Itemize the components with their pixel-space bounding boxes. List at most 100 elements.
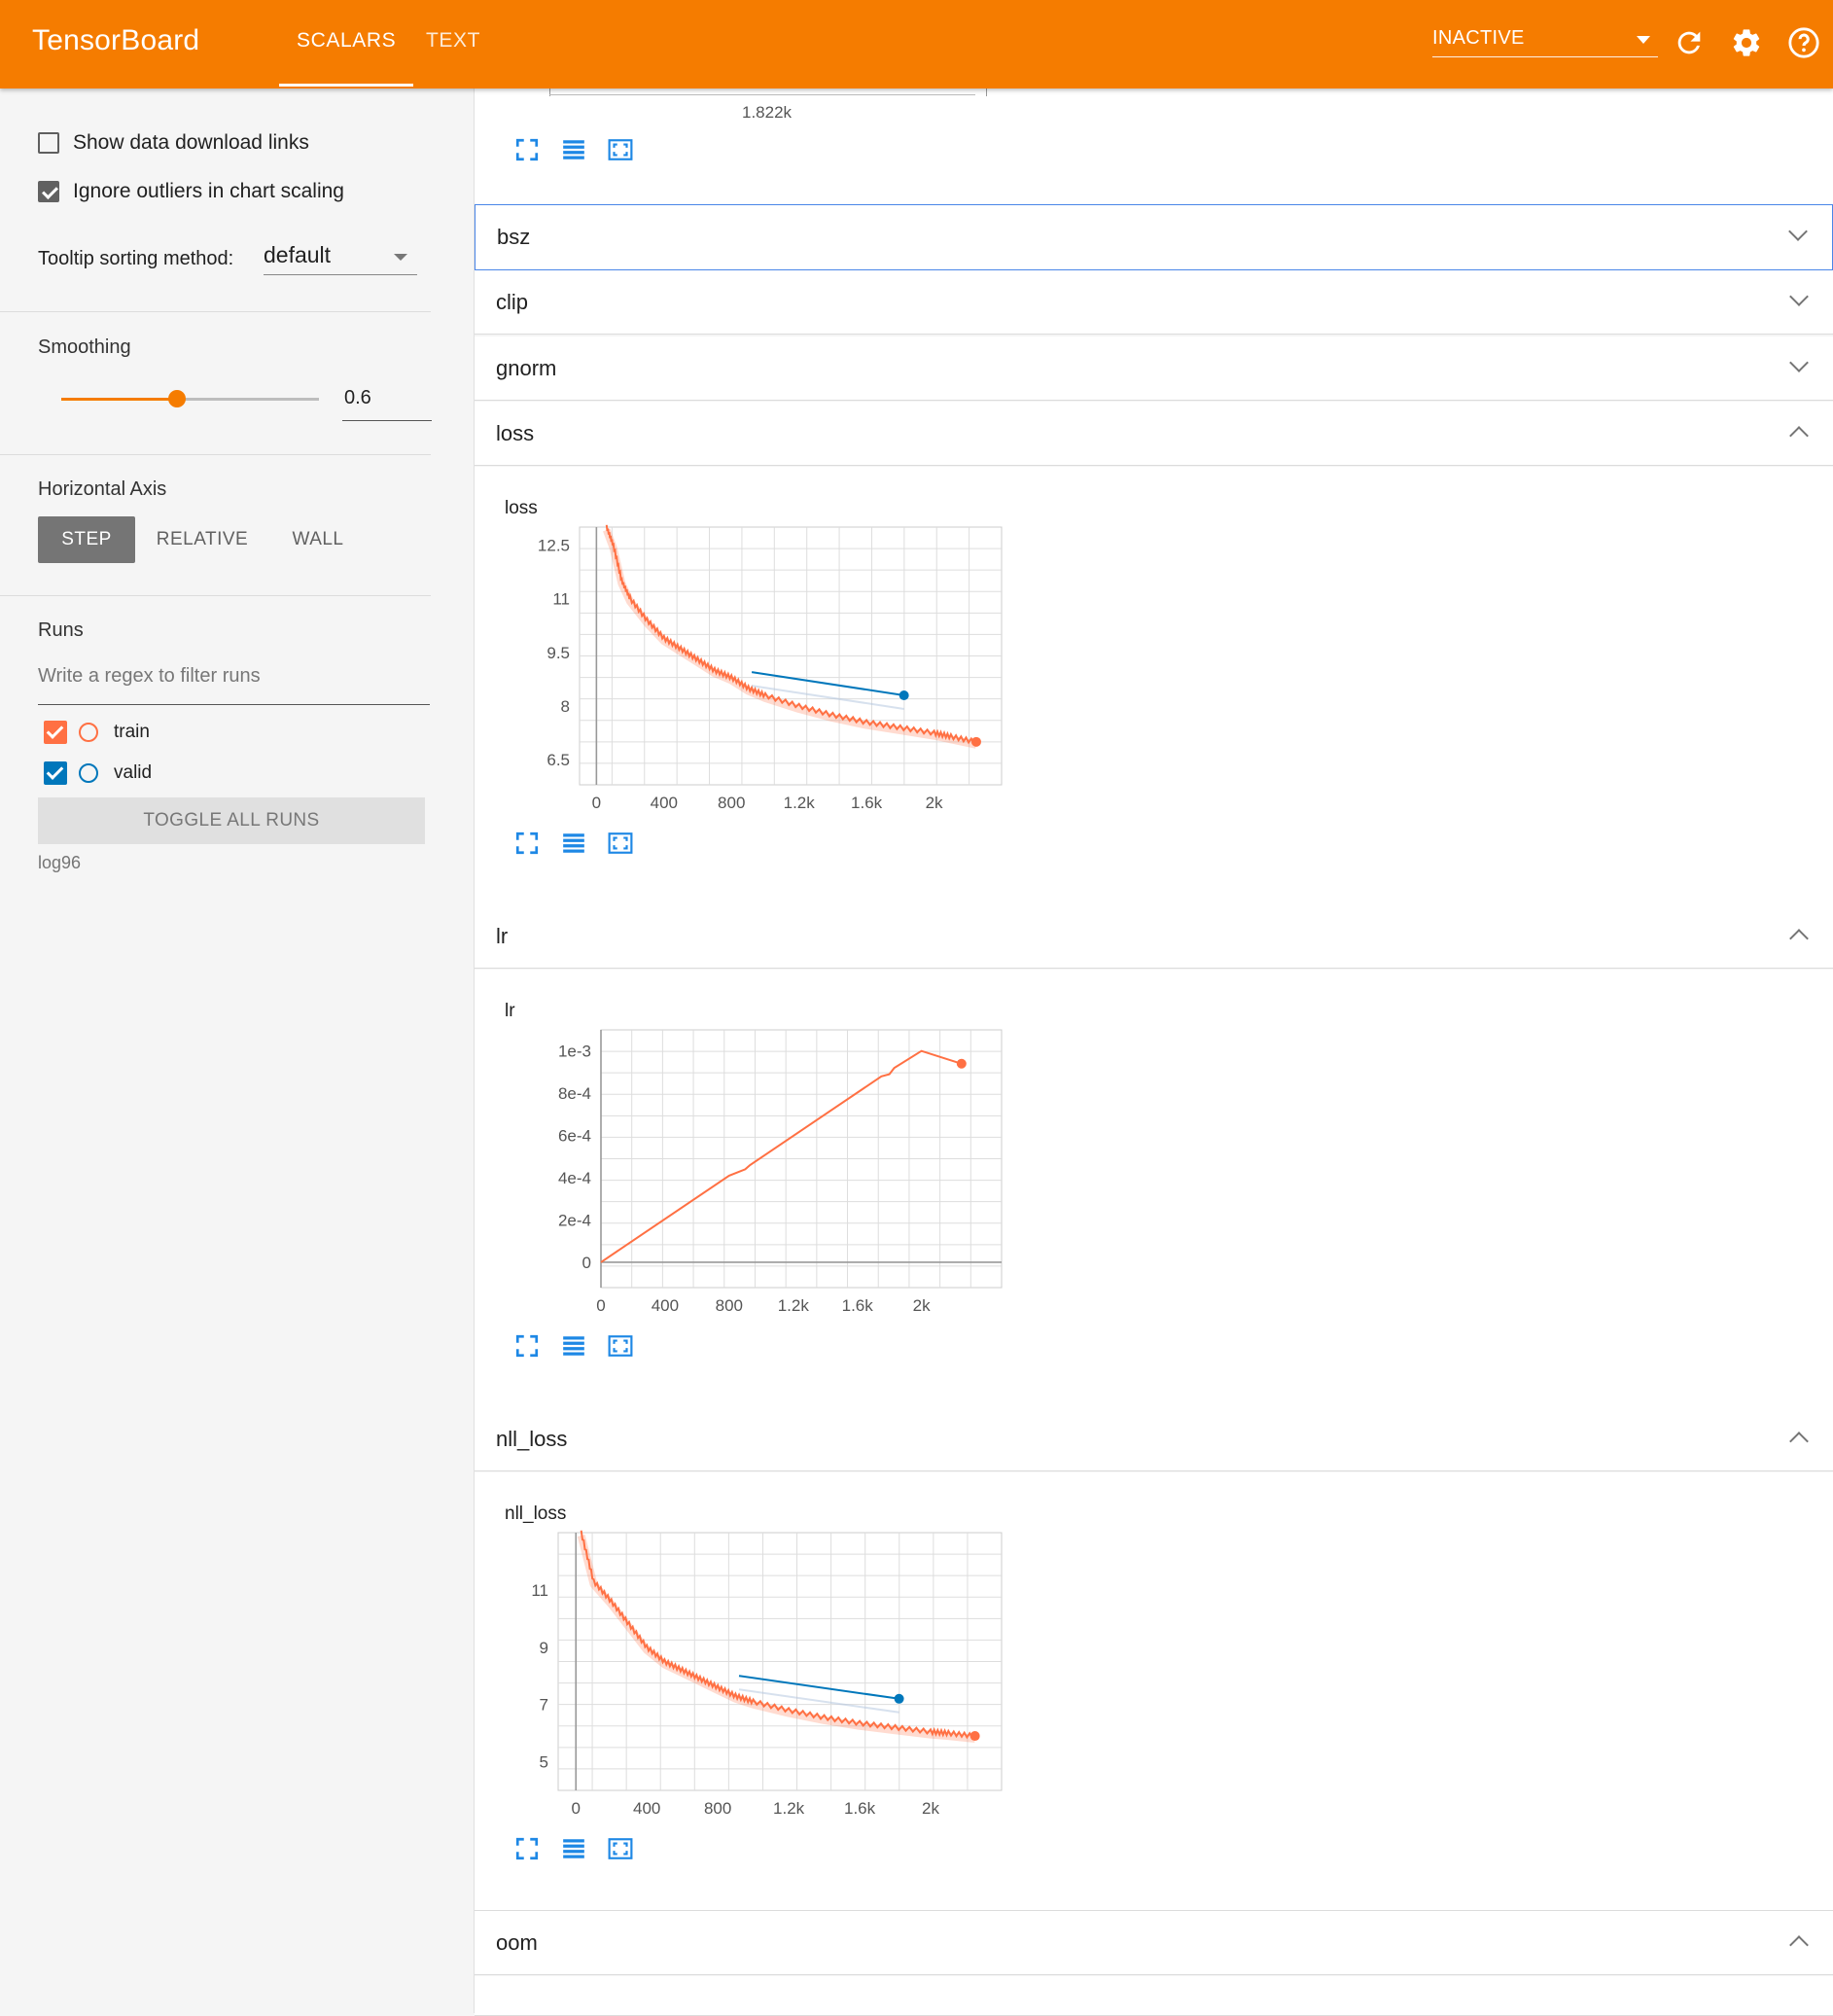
y-tick-label: 0: [582, 1254, 591, 1272]
chevron-up-icon: [1789, 426, 1809, 445]
pane-title: oom: [496, 1930, 538, 1955]
pane-bsz[interactable]: bsz: [475, 204, 1833, 270]
smoothing-slider[interactable]: [61, 390, 319, 407]
x-tick-label: 1.2k: [773, 1799, 805, 1818]
active-dashboards-select[interactable]: INACTIVE: [1432, 27, 1658, 57]
pane-lr[interactable]: lr: [475, 904, 1833, 969]
toggle-all-runs-button[interactable]: TOGGLE ALL RUNS: [38, 797, 425, 844]
y-tick-label: 6e-4: [558, 1127, 591, 1146]
chart-card-loss: loss 0 400 800 1.2k 1.6k 2k 12.5 11 9.5 8 6.5: [475, 467, 1833, 905]
chevron-down-icon: [394, 254, 407, 261]
chart-card-oom: [475, 1976, 1833, 2016]
refresh-icon[interactable]: [1673, 26, 1706, 59]
chart-toolbar: [514, 1836, 633, 1861]
nll-loss-chart[interactable]: 0 400 800 1.2k 1.6k 2k 11 9 7 5: [504, 1527, 1009, 1819]
show-download-links-label: Show data download links: [73, 131, 309, 154]
axis-step-button[interactable]: STEP: [38, 516, 135, 563]
log-scale-list-icon[interactable]: [561, 1836, 586, 1861]
runs-filter-input[interactable]: Write a regex to filter runs: [38, 665, 430, 705]
checkbox-box-checked[interactable]: [38, 181, 59, 202]
divider: [0, 454, 431, 455]
chart-card-partial: 1.822k: [475, 88, 1833, 205]
fullscreen-icon[interactable]: [514, 137, 540, 162]
y-tick-label: 1e-3: [558, 1043, 591, 1061]
y-tick-label: 6.5: [546, 751, 570, 769]
chart-toolbar: [514, 137, 633, 162]
series-end-point-train: [970, 736, 981, 747]
x-tick-label: 2k: [922, 1799, 939, 1818]
y-tick-label: 4e-4: [558, 1169, 591, 1187]
chart-card-lr: lr 0 400 800 1.2k 1.6k 2k 1e-3 8e-4 6e-4 4e-4 2e-4…: [475, 970, 1833, 1408]
pane-clip[interactable]: clip: [475, 270, 1833, 335]
fullscreen-icon[interactable]: [514, 1333, 540, 1359]
x-tick-label: 1.6k: [842, 1296, 874, 1315]
chevron-down-icon: [1789, 353, 1809, 372]
horizontal-axis-label: Horizontal Axis: [38, 478, 167, 500]
chevron-up-icon: [1789, 1432, 1809, 1451]
checkbox-box[interactable]: [38, 132, 59, 154]
tooltip-sorting-value: default: [264, 242, 332, 267]
chevron-up-icon: [1789, 1935, 1809, 1955]
x-tick-label: 1.2k: [778, 1296, 810, 1315]
fit-domain-icon[interactable]: [608, 831, 633, 856]
show-download-links-checkbox[interactable]: Show data download links: [38, 131, 309, 155]
x-tick-label: 400: [633, 1799, 660, 1818]
loss-chart[interactable]: 0 400 800 1.2k 1.6k 2k 12.5 11 9.5 8 6.5: [504, 521, 1009, 813]
chart-title: nll_loss: [505, 1503, 567, 1524]
x-tick-label: 2k: [926, 794, 943, 812]
chart-title: loss: [505, 498, 538, 518]
pane-title: bsz: [497, 225, 531, 249]
chevron-down-icon: [1788, 222, 1808, 241]
fullscreen-icon[interactable]: [514, 831, 540, 856]
app-brand: TensorBoard: [32, 24, 200, 56]
chevron-down-icon: [1789, 287, 1809, 306]
pane-gnorm[interactable]: gnorm: [475, 336, 1833, 401]
chevron-down-icon: [1637, 36, 1650, 44]
run-name: valid: [114, 762, 153, 783]
log-scale-list-icon[interactable]: [561, 1333, 586, 1359]
chart-toolbar: [514, 831, 633, 856]
x-tick-label: 1.6k: [851, 794, 883, 812]
logdir-label: log96: [38, 853, 82, 872]
x-tick-label: 800: [704, 1799, 731, 1818]
fit-domain-icon[interactable]: [608, 1836, 633, 1861]
x-tick-label: 0: [572, 1799, 581, 1818]
x-tick-label: 800: [718, 794, 745, 812]
run-checkbox-train[interactable]: [44, 721, 67, 744]
smoothing-slider-thumb[interactable]: [168, 390, 187, 407]
x-tick-label: 0: [596, 1296, 605, 1315]
chevron-up-icon: [1789, 929, 1809, 948]
run-color-indicator: [79, 723, 98, 742]
fit-domain-icon[interactable]: [608, 1333, 633, 1359]
axis-wall-button[interactable]: WALL: [274, 516, 362, 563]
help-icon[interactable]: [1787, 26, 1820, 59]
series-end-point-valid: [894, 1693, 904, 1704]
chart-title: lr: [505, 1001, 515, 1021]
run-item-valid[interactable]: valid: [44, 761, 152, 785]
fit-domain-icon[interactable]: [608, 137, 633, 162]
x-tick-label: 1.6k: [844, 1799, 876, 1818]
axis-relative-button[interactable]: RELATIVE: [148, 516, 257, 563]
y-tick-label: 9.5: [546, 644, 570, 662]
ignore-outliers-label: Ignore outliers in chart scaling: [73, 180, 344, 202]
tab-scalars[interactable]: SCALARS: [278, 29, 414, 87]
fullscreen-icon[interactable]: [514, 1836, 540, 1861]
y-tick-label: 12.5: [538, 536, 570, 554]
pane-loss[interactable]: loss: [475, 402, 1833, 466]
run-item-train[interactable]: train: [44, 721, 150, 744]
y-tick-label: 2e-4: [558, 1211, 591, 1229]
log-scale-list-icon[interactable]: [561, 137, 586, 162]
tab-text[interactable]: TEXT: [426, 29, 480, 53]
lr-chart[interactable]: 0 400 800 1.2k 1.6k 2k 1e-3 8e-4 6e-4 4e-4 2e-4 0: [504, 1024, 1009, 1316]
smoothing-input[interactable]: 0.6: [342, 387, 432, 421]
ignore-outliers-checkbox[interactable]: Ignore outliers in chart scaling: [38, 180, 344, 203]
x-tick-label: 400: [651, 794, 678, 812]
runs-label: Runs: [38, 619, 84, 641]
pane-oom[interactable]: oom: [475, 1911, 1833, 1975]
settings-gear-icon[interactable]: [1730, 26, 1763, 59]
pane-nll-loss[interactable]: nll_loss: [475, 1407, 1833, 1471]
log-scale-list-icon[interactable]: [561, 831, 586, 856]
tooltip-sorting-select[interactable]: default: [264, 242, 417, 275]
run-checkbox-valid[interactable]: [44, 761, 67, 785]
x-tick-label: 1.2k: [784, 794, 816, 812]
